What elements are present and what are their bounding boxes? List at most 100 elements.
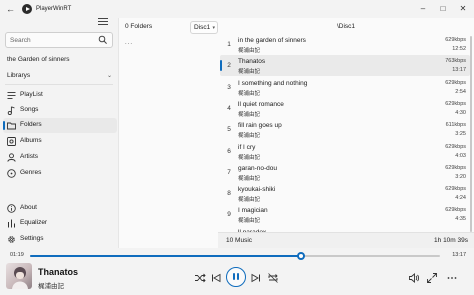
volume-icon[interactable] <box>408 272 420 284</box>
folders-panel <box>118 18 218 248</box>
track-number: 6 <box>227 147 231 155</box>
track-row[interactable]: 3 I something and nothing 梶浦由記 629kbps 2:54 <box>220 77 470 98</box>
track-artist: 梶浦由記 <box>238 175 261 182</box>
track-bitrate: 629kbps <box>445 186 466 193</box>
track-title: ll quiet romance <box>238 100 284 108</box>
track-number: 8 <box>227 190 231 198</box>
track-title: if I cry <box>238 143 256 151</box>
disc-selector-value: Disc1 <box>194 24 211 31</box>
track-artist: 梶浦由記 <box>238 69 261 76</box>
track-duration: 4:24 <box>455 195 466 202</box>
track-bitrate: 763kbps <box>445 58 466 65</box>
librarys-dropdown[interactable]: Librarys ⌄ <box>3 69 117 84</box>
track-number: 3 <box>227 83 231 91</box>
tracklist-scrollbar[interactable] <box>470 36 472 232</box>
track-duration: 12:52 <box>452 46 466 52</box>
genre-icon <box>7 169 16 178</box>
track-row[interactable]: 9 I magician 梶浦由記 629kbps 4:35 <box>220 204 470 225</box>
track-row[interactable]: 7 garan-no-dou 梶浦由記 629kbps 3:20 <box>220 162 470 183</box>
sidebar-item-label: Genres <box>20 169 42 176</box>
track-row[interactable]: 4 ll quiet romance 梶浦由記 629kbps 4:30 <box>220 98 470 119</box>
sidebar-item-albums[interactable]: Albums <box>3 134 117 149</box>
track-duration: 4:03 <box>455 152 466 159</box>
close-icon[interactable]: ✕ <box>456 2 470 16</box>
track-title: Thanatos <box>238 58 266 66</box>
playlist-icon <box>7 92 16 99</box>
track-row[interactable]: 8 kyoukai-shiki 梶浦由記 629kbps 4:24 <box>220 183 470 204</box>
minimize-icon[interactable]: – <box>416 2 430 16</box>
app-logo-icon <box>22 4 32 14</box>
person-icon <box>7 153 16 162</box>
track-number: 4 <box>227 104 231 112</box>
hamburger-menu-icon[interactable] <box>98 17 110 27</box>
pause-button[interactable] <box>226 267 246 287</box>
library-name: the Garden of sinners <box>7 56 70 63</box>
sidebar-item-equalizer[interactable]: Equalizer <box>3 216 117 231</box>
track-artist: 梶浦由記 <box>238 90 261 97</box>
search-icon[interactable] <box>98 35 108 45</box>
sidebar-item-songs[interactable]: Songs <box>3 103 117 118</box>
sidebar-item-label: Songs <box>20 106 39 113</box>
now-playing-artist: 梶浦由記 <box>38 283 64 290</box>
track-row[interactable]: 5 fill rain goes up 梶浦由記 611kbps 3:25 <box>220 119 470 140</box>
track-row[interactable]: 1 in the garden of sinners 梶浦由記 629kbps 12:5… <box>220 34 470 55</box>
expand-icon[interactable] <box>426 272 438 284</box>
track-duration: 4:30 <box>455 109 466 116</box>
sidebar-item-label: Settings <box>20 235 44 242</box>
sidebar-item-folders[interactable]: Folders <box>3 118 117 133</box>
track-bitrate: 629kbps <box>445 207 466 214</box>
track-title: kyoukai-shiki <box>238 186 276 194</box>
folders-count: 0 Folders <box>125 23 153 30</box>
sidebar-item-settings[interactable]: Settings <box>3 232 117 247</box>
sidebar-item-label: About <box>20 204 37 211</box>
track-artist: 梶浦由記 <box>238 111 261 118</box>
album-cover[interactable] <box>6 263 32 289</box>
search-box[interactable] <box>5 32 113 48</box>
track-row[interactable]: 2 Thanatos 梶浦由記 763kbps 13:17 <box>220 55 470 77</box>
music-note-icon <box>7 106 15 115</box>
track-title: I magician <box>238 207 268 215</box>
track-bitrate: 629kbps <box>445 79 466 86</box>
track-artist: 梶浦由記 <box>238 154 261 161</box>
track-duration: 13:17 <box>452 67 466 74</box>
sidebar-item-playlist[interactable]: PlayList <box>3 88 117 103</box>
sidebar-item-genres[interactable]: Genres <box>3 166 117 181</box>
track-duration: 3:25 <box>455 131 466 138</box>
search-input[interactable] <box>10 35 98 46</box>
total-time: 13:17 <box>452 252 466 258</box>
maximize-icon[interactable]: □ <box>436 2 450 16</box>
sidebar-item-label: Albums <box>20 137 42 144</box>
info-icon <box>7 204 16 213</box>
track-count: 10 Music <box>226 237 253 244</box>
previous-icon[interactable] <box>210 272 222 284</box>
shuffle-icon[interactable] <box>194 272 206 284</box>
repeat-icon[interactable] <box>267 272 279 284</box>
track-number: 7 <box>227 168 231 176</box>
sidebar-divider <box>5 84 113 85</box>
track-artist: 梶浦由記 <box>238 197 261 204</box>
parent-folder-item[interactable]: ... <box>125 40 133 46</box>
album-icon <box>7 137 16 146</box>
track-row[interactable]: 6 if I cry 梶浦由記 629kbps 4:03 <box>220 141 470 162</box>
sidebar-item-artists[interactable]: Artists <box>3 150 117 165</box>
sidebar-item-label: Equalizer <box>20 219 48 226</box>
track-bitrate: 629kbps <box>445 100 466 107</box>
now-playing-title: Thanatos <box>38 267 79 277</box>
library-garden-of-sinners[interactable]: the Garden of sinners <box>3 53 117 68</box>
next-icon[interactable] <box>250 272 262 284</box>
more-icon[interactable] <box>446 272 458 284</box>
track-number: 2 <box>227 62 231 70</box>
track-bitrate: 629kbps <box>445 37 466 43</box>
sidebar-item-label: PlayList <box>20 91 43 98</box>
track-bitrate: 611kbps <box>445 122 466 129</box>
seek-bar-progress <box>30 255 301 257</box>
seek-thumb[interactable] <box>296 252 305 260</box>
track-bitrate: 629kbps <box>445 143 466 150</box>
sidebar-item-about[interactable]: About <box>3 201 117 216</box>
track-number: 9 <box>227 211 231 219</box>
track-duration: 3:20 <box>455 173 466 180</box>
gear-icon <box>8 236 15 243</box>
track-title: fill rain goes up <box>238 122 282 130</box>
disc-selector[interactable]: Disc1 ▾ <box>190 21 218 34</box>
back-arrow-icon[interactable]: ← <box>6 3 16 15</box>
